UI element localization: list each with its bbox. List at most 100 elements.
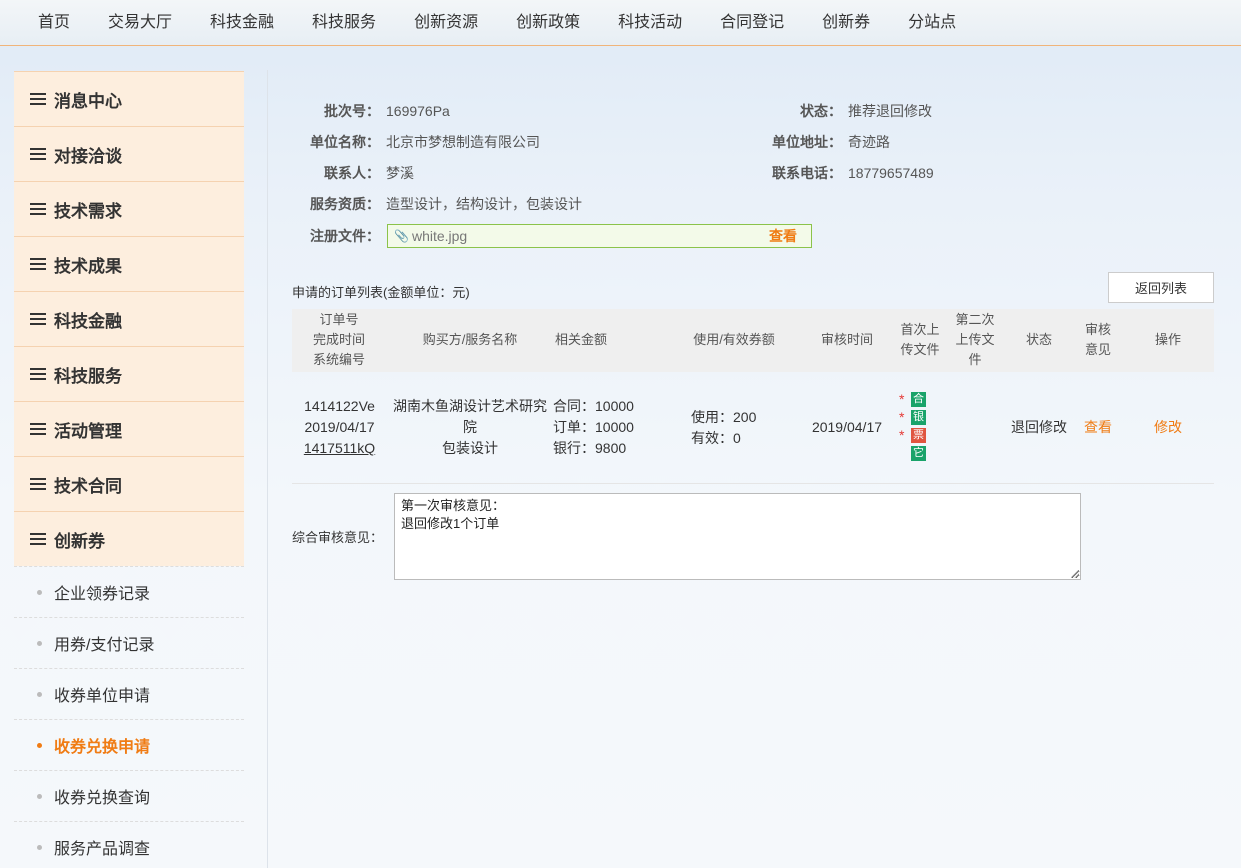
file-label: 注册文件：	[310, 228, 380, 244]
row-status: 退回修改	[1011, 419, 1067, 435]
file-row: 注册文件：	[292, 226, 380, 246]
bullet-icon	[37, 640, 42, 646]
unit-label: 单位名称：	[310, 134, 380, 150]
sidebar-item-redemption-query[interactable]: 收券兑换查询	[14, 770, 244, 821]
contract-amount: 合同：10000	[553, 398, 634, 414]
batch-row: 批次号： 169976Pa	[292, 101, 450, 121]
col-order-info: 订单号 完成时间 系统编号	[312, 312, 365, 367]
used-amount: 使用：200	[691, 409, 757, 425]
address-label: 单位地址：	[772, 134, 842, 150]
sidebar-head-tech-finance[interactable]: 科技金融	[14, 291, 244, 346]
sidebar-head-negotiation[interactable]: 对接洽谈	[14, 126, 244, 181]
col-status: 状态	[1025, 332, 1052, 347]
col-second-upload: 第二次 上传文 件	[955, 312, 995, 367]
file-name: white.jpg	[411, 228, 468, 244]
resize-handle-icon[interactable]	[1071, 570, 1079, 578]
view-opinion-link[interactable]: 查看	[1078, 417, 1118, 438]
unit-value: 北京市梦想制造有限公司	[386, 134, 540, 150]
nav-substations[interactable]: 分站点	[889, 0, 975, 46]
overall-review-textarea[interactable]: 第一次审核意见： 退回修改1个订单	[394, 493, 1081, 580]
order-list-title: 申请的订单列表(金额单位：元)	[292, 285, 470, 300]
phone-row: 联系电话： 18779657489	[760, 163, 934, 183]
table-row: 1414122Ve 2019/04/17 1417511kQ 湖南木鱼湖设计艺术…	[292, 372, 1214, 484]
menu-icon	[30, 477, 46, 491]
sidebar-head-innovation-voucher[interactable]: 创新券	[14, 511, 244, 566]
menu-icon	[30, 202, 46, 216]
status-row: 状态： 推荐退回修改	[760, 101, 932, 121]
contract-file-icon[interactable]: 合	[911, 391, 926, 407]
edit-link[interactable]: 修改	[1148, 417, 1188, 438]
col-amount: 相关金额	[554, 332, 607, 347]
menu-icon	[30, 92, 46, 106]
usage-cell: 使用：200 有效：0	[691, 407, 791, 449]
nav-tech-service[interactable]: 科技服务	[293, 0, 395, 46]
batch-label: 批次号：	[324, 103, 380, 119]
view-file-link[interactable]: 查看	[769, 226, 797, 246]
nav-trading-hall[interactable]: 交易大厅	[89, 0, 191, 46]
bullet-icon	[37, 691, 42, 697]
nav-innovation-voucher[interactable]: 创新券	[803, 0, 889, 46]
sidebar-item-voucher-payment-records[interactable]: 用券/支付记录	[14, 617, 244, 668]
sidebar-head-tech-demand[interactable]: 技术需求	[14, 181, 244, 236]
service-name: 包装设计	[442, 440, 498, 456]
bullet-icon	[37, 742, 42, 748]
amount-cell: 合同：10000 订单：10000 银行：9800	[553, 396, 663, 459]
nav-innovation-resources[interactable]: 创新资源	[395, 0, 497, 46]
bank-file-icon[interactable]: 银	[911, 409, 926, 425]
nav-home[interactable]: 首页	[22, 0, 89, 46]
sidebar-head-activity-management[interactable]: 活动管理	[14, 401, 244, 456]
contact-value: 梦溪	[386, 165, 414, 181]
valid-amount: 有效：0	[691, 430, 741, 446]
buyer-name-line1: 湖南木鱼湖设计艺术研究	[393, 398, 547, 414]
divider	[267, 70, 268, 868]
unit-row: 单位名称： 北京市梦想制造有限公司	[292, 132, 540, 152]
invoice-file-icon[interactable]: 票	[911, 427, 926, 443]
sidebar: 消息中心 对接洽谈 技术需求 技术成果 科技金融 科技服务 活动管理 技术合同 …	[14, 71, 244, 868]
contact-label: 联系人：	[324, 165, 380, 181]
table-header: 订单号 完成时间 系统编号 购买方/服务名称 相关金额 使用/有效券额 审核时间…	[292, 309, 1214, 372]
system-number-link[interactable]: 1417511kQ	[292, 438, 387, 459]
col-buyer: 购买方/服务名称	[422, 332, 518, 347]
buyer-name-line2: 院	[463, 419, 477, 435]
order-amount: 订单：10000	[553, 419, 634, 435]
phone-value: 18779657489	[848, 165, 934, 181]
sidebar-head-messages[interactable]: 消息中心	[14, 71, 244, 126]
sidebar-item-redemption-application[interactable]: 收券兑换申请	[14, 719, 244, 770]
order-number: 1414122Ve	[304, 398, 375, 414]
col-opinion: 审核 意见	[1084, 322, 1111, 357]
top-nav: 首页 交易大厅 科技金融 科技服务 创新资源 创新政策 科技活动 合同登记 创新…	[0, 0, 1241, 46]
bullet-icon	[37, 793, 42, 799]
nav-contract-registration[interactable]: 合同登记	[701, 0, 803, 46]
finish-date: 2019/04/17	[304, 419, 375, 435]
paperclip-icon: 📎	[394, 229, 409, 243]
bank-amount: 银行：9800	[553, 440, 627, 456]
review-time-value: 2019/04/17	[811, 419, 883, 435]
menu-icon	[30, 257, 46, 271]
sidebar-item-receiver-application[interactable]: 收券单位申请	[14, 668, 244, 719]
col-action: 操作	[1154, 332, 1181, 347]
overall-review-label: 综合审核意见：	[292, 530, 384, 545]
batch-value: 169976Pa	[386, 103, 450, 119]
sidebar-item-voucher-claim-records[interactable]: 企业领券记录	[14, 566, 244, 617]
nav-innovation-policy[interactable]: 创新政策	[497, 0, 599, 46]
sidebar-head-tech-service[interactable]: 科技服务	[14, 346, 244, 401]
menu-icon	[30, 147, 46, 161]
sidebar-item-service-survey[interactable]: 服务产品调查	[14, 821, 244, 868]
menu-icon	[30, 532, 46, 546]
address-value: 奇迹路	[848, 134, 890, 150]
status-value: 推荐退回修改	[848, 103, 932, 119]
other-file-icon[interactable]: 它	[911, 445, 926, 461]
sidebar-head-tech-achievements[interactable]: 技术成果	[14, 236, 244, 291]
first-upload-files: * 合 * 银 * 票 它	[899, 391, 926, 461]
sidebar-head-tech-contract[interactable]: 技术合同	[14, 456, 244, 511]
contact-row: 联系人： 梦溪	[292, 163, 414, 183]
qualification-value: 造型设计，结构设计，包装设计	[386, 196, 582, 212]
nav-tech-finance[interactable]: 科技金融	[191, 0, 293, 46]
bullet-icon	[37, 844, 42, 850]
back-to-list-button[interactable]: 返回列表	[1108, 272, 1214, 303]
menu-icon	[30, 312, 46, 326]
menu-icon	[30, 422, 46, 436]
phone-label: 联系电话：	[772, 165, 842, 181]
nav-tech-activities[interactable]: 科技活动	[599, 0, 701, 46]
menu-icon	[30, 367, 46, 381]
